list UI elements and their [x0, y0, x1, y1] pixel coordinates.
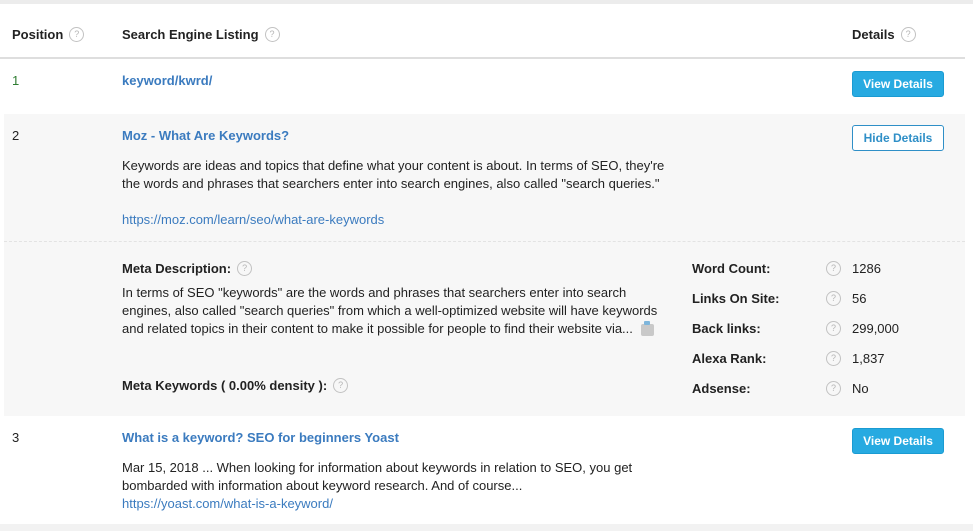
position-number: 1 [12, 73, 20, 88]
result-title-link[interactable]: What is a keyword? SEO for beginners Yoa… [122, 430, 399, 445]
puzzle-piece-icon [640, 320, 654, 336]
meta-keywords-label: Meta Keywords ( 0.00% density ): ? [122, 378, 349, 393]
help-icon[interactable]: ? [237, 261, 253, 276]
result-title-link[interactable]: Moz - What Are Keywords? [122, 128, 289, 143]
table-row: 2 Moz - What Are Keywords? Keywords are … [4, 114, 965, 242]
column-header-details: Details ? [852, 27, 916, 42]
word-count-label: Word Count: [692, 261, 771, 276]
hide-details-button[interactable]: Hide Details [852, 125, 944, 151]
back-links-value: 299,000 [852, 321, 899, 336]
links-on-site-label: Links On Site: [692, 291, 780, 306]
help-icon[interactable]: ? [826, 381, 841, 396]
position-number: 2 [12, 128, 20, 143]
view-details-button[interactable]: View Details [852, 428, 944, 454]
bottom-border [0, 524, 973, 531]
table-header: Position ? Search Engine Listing ? Detai… [0, 4, 965, 59]
meta-description-label: Meta Description: ? [122, 261, 253, 276]
result-title-link[interactable]: keyword/kwrd/ [122, 73, 212, 88]
links-on-site-value: 56 [852, 291, 867, 306]
view-details-button[interactable]: View Details [852, 71, 944, 97]
meta-description-text: In terms of SEO "keywords" are the words… [122, 285, 658, 336]
result-snippet: Keywords are ideas and topics that defin… [122, 158, 665, 191]
word-count-value: 1286 [852, 261, 881, 276]
help-icon[interactable]: ? [826, 291, 841, 306]
table-row: 1 keyword/kwrd/ View Details [4, 59, 965, 114]
help-icon[interactable]: ? [900, 27, 916, 42]
column-header-listing: Search Engine Listing ? [122, 27, 280, 42]
adsense-label: Adsense: [692, 381, 751, 396]
alexa-rank-value: 1,837 [852, 351, 885, 366]
help-icon[interactable]: ? [826, 321, 841, 336]
adsense-value: No [852, 381, 869, 396]
back-links-label: Back links: [692, 321, 761, 336]
position-number: 3 [12, 430, 20, 445]
column-header-position: Position ? [12, 27, 85, 42]
table-row: 3 What is a keyword? SEO for beginners Y… [4, 416, 965, 524]
help-icon[interactable]: ? [826, 351, 841, 366]
alexa-rank-label: Alexa Rank: [692, 351, 767, 366]
help-icon[interactable]: ? [333, 378, 349, 393]
details-panel: Meta Description: ? In terms of SEO "key… [4, 242, 965, 416]
result-snippet: Mar 15, 2018 ... When looking for inform… [122, 460, 633, 493]
help-icon[interactable]: ? [826, 261, 841, 276]
result-url-link[interactable]: https://moz.com/learn/seo/what-are-keywo… [122, 212, 384, 227]
result-url-link[interactable]: https://yoast.com/what-is-a-keyword/ [122, 496, 333, 511]
help-icon[interactable]: ? [69, 27, 85, 42]
help-icon[interactable]: ? [264, 27, 280, 42]
